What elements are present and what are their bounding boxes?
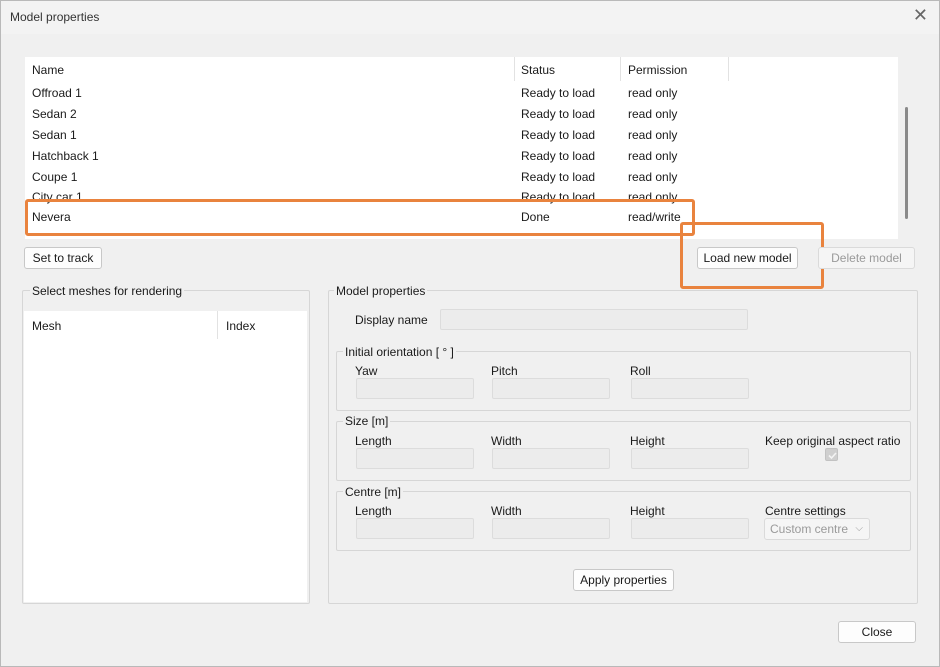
column-divider[interactable] [217,311,218,339]
cell-name: Offroad 1 [32,86,82,100]
table-row[interactable]: Offroad 1 Ready to load read only [25,83,898,104]
cell-permission: read only [628,149,678,163]
cell-status: Ready to load [521,190,596,204]
width-label: Width [491,434,522,448]
cell-status: Done [521,210,550,224]
centre-group-title: Centre [m] [343,485,404,499]
centre-settings-dropdown[interactable]: Custom centre ⌵ [764,518,870,540]
cell-permission: read only [628,107,678,121]
apply-properties-button[interactable]: Apply properties [573,569,674,591]
cell-name: Hatchback 1 [32,149,99,163]
meshes-group-title: Select meshes for rendering [30,284,185,298]
column-divider[interactable] [514,57,515,81]
cell-name: Nevera [32,210,71,224]
length-label: Length [355,434,392,448]
mesh-list[interactable]: Mesh Index [24,311,307,602]
cell-name: Sedan 2 [32,107,77,121]
column-header-permission[interactable]: Permission [628,63,687,77]
size-height-input[interactable] [631,448,749,469]
table-row-selected[interactable]: Nevera Done read/write [25,207,898,228]
cell-permission: read only [628,128,678,142]
load-new-model-button[interactable]: Load new model [697,247,798,269]
cell-name: Sedan 1 [32,128,77,142]
height-label: Height [630,434,665,448]
pitch-input[interactable] [492,378,610,399]
cell-status: Ready to load [521,86,596,100]
table-row[interactable]: Sedan 1 Ready to load read only [25,125,898,146]
cell-status: Ready to load [521,128,596,142]
chevron-down-icon: ⌵ [855,523,863,534]
column-header-name[interactable]: Name [32,63,64,77]
cell-name: Coupe 1 [32,170,78,184]
cell-name: City car 1 [32,190,83,204]
cell-permission: read only [628,86,678,100]
cell-permission: read only [628,170,678,184]
table-row[interactable]: Sedan 2 Ready to load read only [25,104,898,125]
cell-status: Ready to load [521,107,596,121]
vertical-scrollbar-thumb[interactable] [905,107,908,219]
model-properties-group-title: Model properties [334,284,428,298]
centre-width-label: Width [491,504,522,518]
orientation-group-title: Initial orientation [ ° ] [343,345,456,359]
cell-status: Ready to load [521,170,596,184]
display-name-label: Display name [355,313,428,327]
yaw-input[interactable] [356,378,474,399]
centre-height-input[interactable] [631,518,749,539]
centre-length-input[interactable] [356,518,474,539]
column-divider[interactable] [620,57,621,81]
keep-aspect-ratio-checkbox[interactable] [825,448,838,461]
close-button[interactable]: Close [838,621,916,643]
roll-input[interactable] [631,378,749,399]
centre-settings-value: Custom centre [770,522,849,536]
cell-status: Ready to load [521,149,596,163]
models-table[interactable]: Name Status Permission Offroad 1 Ready t… [25,57,898,239]
roll-label: Roll [630,364,651,378]
centre-settings-label: Centre settings [765,504,846,518]
models-table-header: Name Status Permission [25,57,898,81]
column-header-status[interactable]: Status [521,63,555,77]
table-row[interactable]: City car 1 Ready to load read only [25,187,898,208]
display-name-input[interactable] [440,309,748,330]
title-bar: Model properties ✕ [0,0,940,34]
column-header-index[interactable]: Index [226,319,255,333]
column-divider[interactable] [728,57,729,81]
pitch-label: Pitch [491,364,518,378]
yaw-label: Yaw [355,364,378,378]
centre-height-label: Height [630,504,665,518]
centre-length-label: Length [355,504,392,518]
cell-permission: read only [628,190,678,204]
table-row[interactable]: Coupe 1 Ready to load read only [25,167,898,188]
check-icon [828,452,837,460]
size-group-title: Size [m] [343,414,391,428]
size-length-input[interactable] [356,448,474,469]
keep-aspect-ratio-label: Keep original aspect ratio [765,434,901,448]
delete-model-button[interactable]: Delete model [818,247,915,269]
set-to-track-button[interactable]: Set to track [24,247,102,269]
cell-permission: read/write [628,210,681,224]
table-row[interactable]: Hatchback 1 Ready to load read only [25,146,898,167]
centre-width-input[interactable] [492,518,610,539]
size-width-input[interactable] [492,448,610,469]
close-icon[interactable]: ✕ [913,6,928,24]
column-header-mesh[interactable]: Mesh [32,319,61,333]
window-title: Model properties [10,10,100,24]
